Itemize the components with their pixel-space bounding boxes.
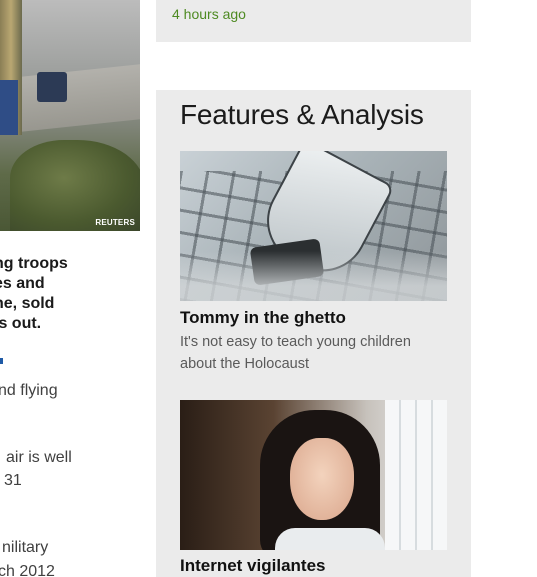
- bullet-marker: [0, 358, 3, 364]
- feature-title-link[interactable]: Internet vigilantes: [180, 556, 325, 576]
- headline-line: ls out.: [0, 315, 42, 332]
- feature-summary: It's not easy to teach young children ab…: [180, 334, 411, 372]
- body-text-fragment: nd flying: [0, 382, 58, 399]
- photo-truck-cab: [0, 80, 18, 135]
- body-text-fragment: ch 2012: [0, 563, 55, 577]
- image-window: [385, 400, 447, 550]
- lead-story-headline[interactable]: ng troops es and he, sold ls out.: [0, 254, 140, 334]
- feature-image-tommy-ghetto[interactable]: [180, 151, 447, 301]
- feature-image-internet-vigilantes[interactable]: [180, 400, 447, 550]
- body-text-fragment: air is well: [6, 449, 72, 466]
- story-timestamp: 4 hours ago: [172, 6, 246, 22]
- image-shirt: [275, 528, 385, 550]
- previous-story-box: 4 hours ago: [156, 0, 471, 42]
- body-text-fragment: nilitary: [2, 539, 49, 556]
- body-text-fragment: 31: [4, 472, 22, 489]
- lead-story: REUTERS ng troops es and he, sold ls out…: [0, 0, 140, 577]
- headline-line: es and: [0, 275, 45, 292]
- headline-line: he, sold: [0, 295, 55, 312]
- features-heading: Features & Analysis: [180, 99, 424, 130]
- photo-vehicle: [37, 72, 67, 102]
- lead-story-photo[interactable]: REUTERS: [0, 0, 140, 231]
- feature-title-link[interactable]: Tommy in the ghetto: [180, 308, 346, 328]
- image-face: [290, 438, 354, 520]
- image-page-edge: [180, 251, 447, 301]
- photo-credit: REUTERS: [95, 218, 135, 227]
- headline-line: ng troops: [0, 255, 68, 272]
- features-analysis-panel: Features & Analysis Tommy in the ghetto …: [156, 90, 471, 577]
